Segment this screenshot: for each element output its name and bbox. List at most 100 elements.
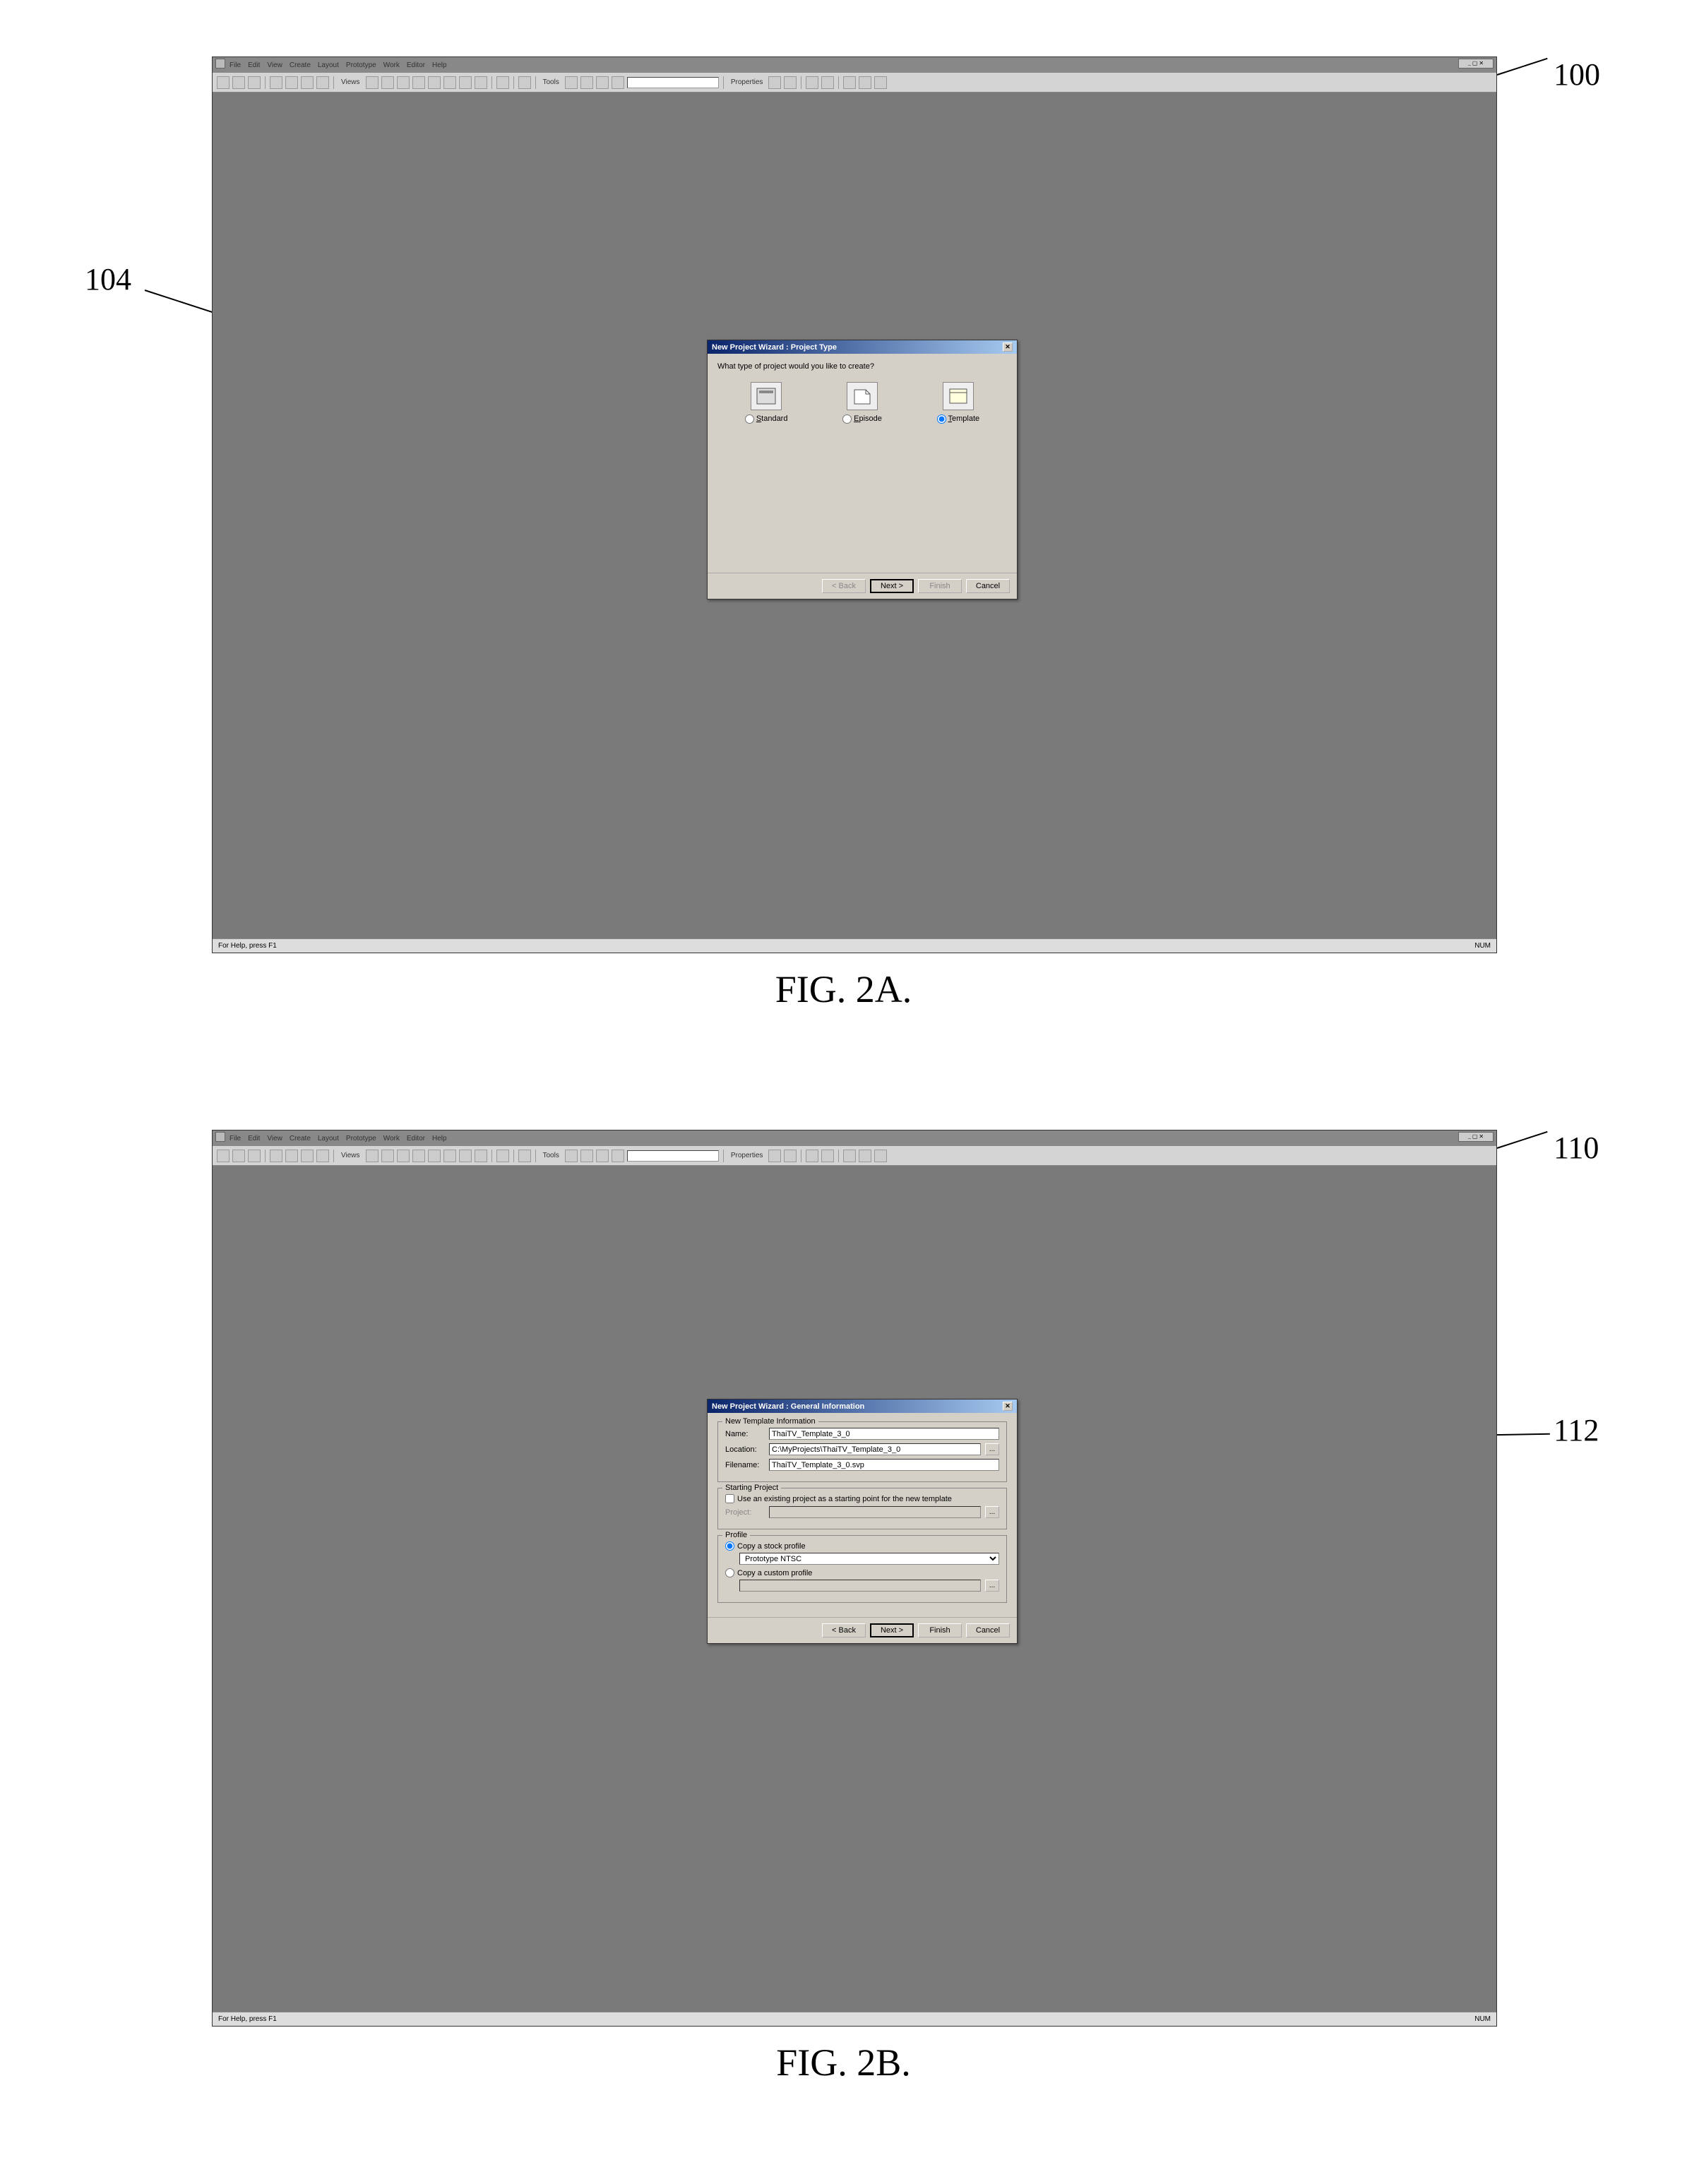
view-btn-8[interactable] [475, 76, 487, 89]
view-btn-1[interactable] [366, 1150, 378, 1162]
view-btn-6[interactable] [443, 76, 456, 89]
menu-prototype[interactable]: Prototype [346, 61, 376, 69]
cancel-button[interactable]: Cancel [966, 579, 1010, 593]
tool-btn-2[interactable] [580, 76, 593, 89]
close-icon[interactable]: ✕ [1003, 342, 1013, 352]
window-controls[interactable]: _ ▢ ✕ [1458, 1132, 1494, 1142]
italic-icon[interactable] [496, 76, 509, 89]
tool-btn-3[interactable] [596, 1150, 609, 1162]
view-btn-2[interactable] [381, 1150, 394, 1162]
tool-btn-1[interactable] [565, 76, 578, 89]
cut-icon[interactable] [270, 76, 282, 89]
menu-work[interactable]: Work [383, 1135, 400, 1142]
extra-btn-5[interactable] [874, 1150, 887, 1162]
name-field[interactable] [769, 1428, 999, 1440]
stock-profile-combo[interactable]: Prototype NTSC [739, 1553, 999, 1565]
menu-layout[interactable]: Layout [318, 61, 339, 69]
window-controls[interactable]: _ ▢ ✕ [1458, 59, 1494, 68]
menu-edit[interactable]: Edit [248, 61, 260, 69]
next-button[interactable]: Next > [870, 579, 914, 593]
find-icon[interactable] [316, 1150, 329, 1162]
menu-file[interactable]: File [229, 61, 241, 69]
new-icon[interactable] [217, 76, 229, 89]
finish-button[interactable]: Finish [918, 1623, 962, 1637]
episode-icon[interactable] [847, 382, 878, 410]
copy-icon[interactable] [285, 1150, 298, 1162]
paste-icon[interactable] [301, 1150, 314, 1162]
italic-icon[interactable] [496, 1150, 509, 1162]
view-btn-7[interactable] [459, 1150, 472, 1162]
window-sys-icon[interactable] [215, 1132, 225, 1142]
tool-btn-2[interactable] [580, 1150, 593, 1162]
tool-btn-1[interactable] [565, 1150, 578, 1162]
location-field[interactable] [769, 1443, 981, 1455]
next-button[interactable]: Next > [870, 1623, 914, 1637]
copy-icon[interactable] [285, 76, 298, 89]
extra-btn-3[interactable] [843, 76, 856, 89]
filename-field[interactable] [769, 1459, 999, 1471]
view-btn-2[interactable] [381, 76, 394, 89]
help-icon[interactable] [518, 76, 531, 89]
extra-btn-2[interactable] [821, 1150, 834, 1162]
dialog-titlebar[interactable]: New Project Wizard : Project Type ✕ [708, 340, 1017, 354]
view-btn-5[interactable] [428, 1150, 441, 1162]
cut-icon[interactable] [270, 1150, 282, 1162]
save-icon[interactable] [248, 76, 261, 89]
back-button[interactable]: < Back [822, 579, 866, 593]
view-btn-7[interactable] [459, 76, 472, 89]
extra-btn-4[interactable] [859, 76, 871, 89]
menu-create[interactable]: Create [290, 1135, 311, 1142]
radio-episode[interactable] [842, 414, 852, 424]
finish-button[interactable]: Finish [918, 579, 962, 593]
open-icon[interactable] [232, 1150, 245, 1162]
view-btn-3[interactable] [397, 76, 410, 89]
save-icon[interactable] [248, 1150, 261, 1162]
paste-icon[interactable] [301, 76, 314, 89]
tool-btn-3[interactable] [596, 76, 609, 89]
browse-location-button[interactable]: ... [985, 1443, 999, 1455]
menu-view[interactable]: View [267, 1135, 282, 1142]
radio-stock-label[interactable]: Copy a stock profile [725, 1541, 999, 1551]
find-icon[interactable] [316, 76, 329, 89]
extra-btn-2[interactable] [821, 76, 834, 89]
use-existing-checkbox-label[interactable]: Use an existing project as a starting po… [725, 1494, 999, 1503]
view-btn-8[interactable] [475, 1150, 487, 1162]
prop-btn-1[interactable] [768, 76, 781, 89]
view-btn-3[interactable] [397, 1150, 410, 1162]
view-btn-1[interactable] [366, 76, 378, 89]
menu-work[interactable]: Work [383, 61, 400, 69]
help-icon[interactable] [518, 1150, 531, 1162]
option-template-label[interactable]: Template [937, 414, 980, 423]
cancel-button[interactable]: Cancel [966, 1623, 1010, 1637]
view-btn-5[interactable] [428, 76, 441, 89]
menu-prototype[interactable]: Prototype [346, 1135, 376, 1142]
menu-editor[interactable]: Editor [407, 1135, 425, 1142]
template-icon[interactable] [943, 382, 974, 410]
extra-btn-3[interactable] [843, 1150, 856, 1162]
open-icon[interactable] [232, 76, 245, 89]
radio-custom[interactable] [725, 1568, 734, 1577]
view-btn-4[interactable] [412, 76, 425, 89]
radio-standard[interactable] [745, 414, 754, 424]
menu-help[interactable]: Help [432, 61, 447, 69]
extra-btn-5[interactable] [874, 76, 887, 89]
radio-template[interactable] [937, 414, 946, 424]
menu-edit[interactable]: Edit [248, 1135, 260, 1142]
menu-help[interactable]: Help [432, 1135, 447, 1142]
extra-btn-4[interactable] [859, 1150, 871, 1162]
window-sys-icon[interactable] [215, 59, 225, 68]
back-button[interactable]: < Back [822, 1623, 866, 1637]
dialog-titlebar[interactable]: New Project Wizard : General Information… [708, 1400, 1017, 1413]
browse-project-button[interactable]: ... [985, 1506, 999, 1518]
option-episode-label[interactable]: Episode [842, 414, 882, 423]
extra-btn-1[interactable] [806, 1150, 818, 1162]
menu-file[interactable]: File [229, 1135, 241, 1142]
menu-view[interactable]: View [267, 61, 282, 69]
tool-btn-4[interactable] [612, 76, 624, 89]
new-icon[interactable] [217, 1150, 229, 1162]
tool-btn-4[interactable] [612, 1150, 624, 1162]
use-existing-checkbox[interactable] [725, 1494, 734, 1503]
view-btn-4[interactable] [412, 1150, 425, 1162]
radio-stock[interactable] [725, 1541, 734, 1551]
radio-custom-label[interactable]: Copy a custom profile [725, 1568, 999, 1577]
